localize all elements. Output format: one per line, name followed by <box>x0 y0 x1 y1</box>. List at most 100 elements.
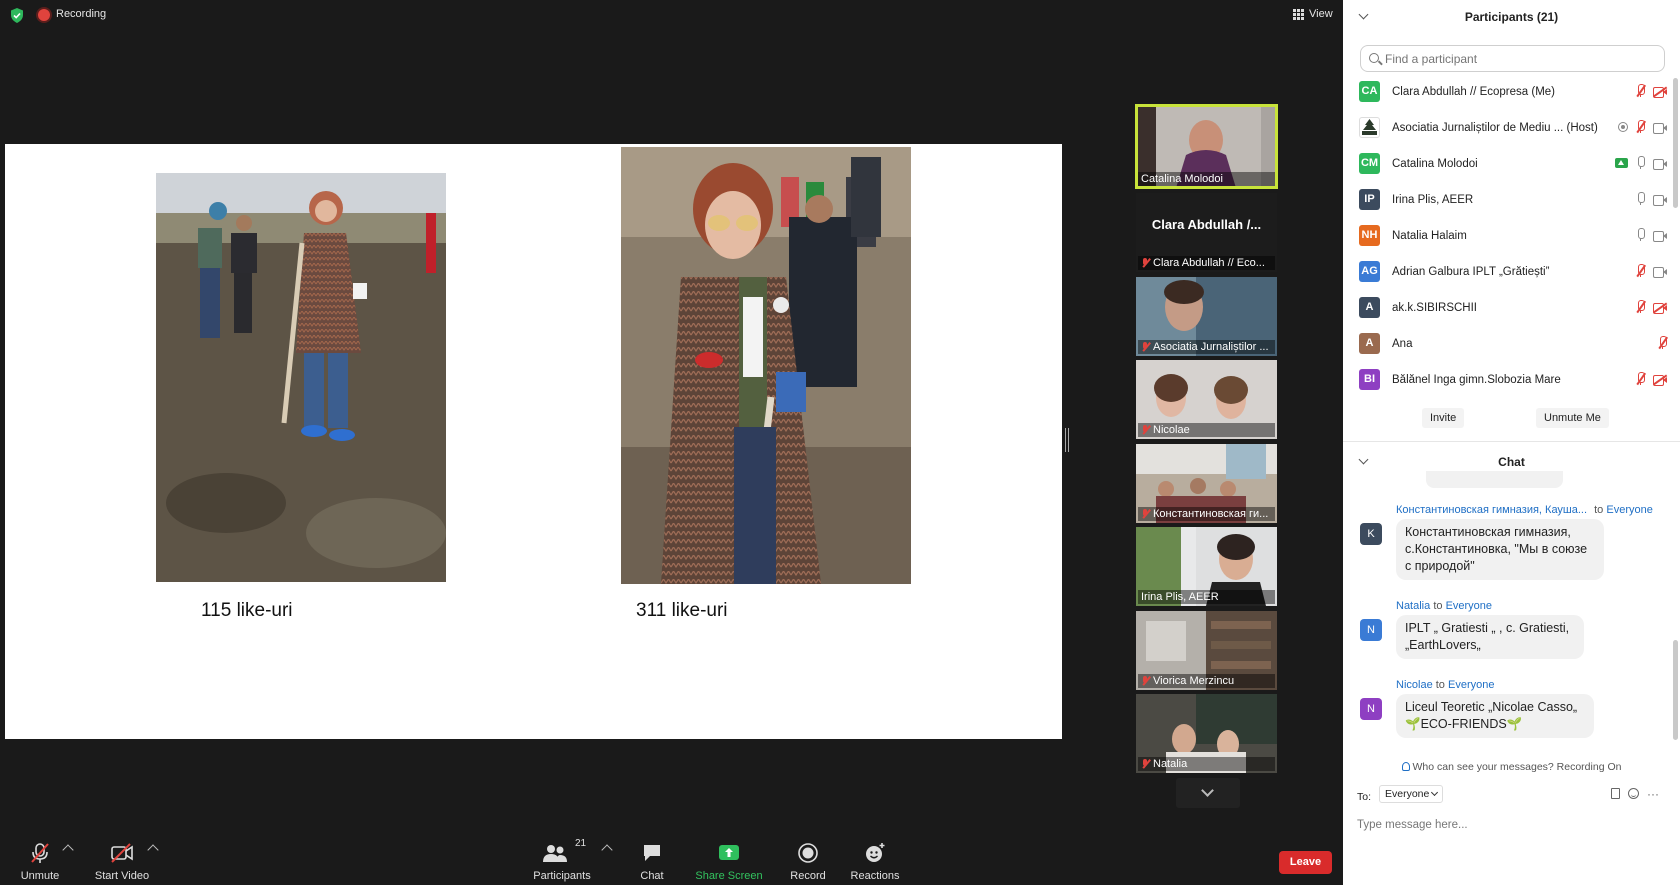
participant-status-icons <box>1636 300 1667 314</box>
participant-status-icons <box>1658 336 1668 350</box>
video-on-icon[interactable] <box>1653 231 1667 242</box>
message-avatar: N <box>1360 619 1382 641</box>
video-on-icon[interactable] <box>1653 123 1667 134</box>
video-off-icon[interactable] <box>1653 86 1667 98</box>
find-participant-input[interactable] <box>1360 45 1665 72</box>
muted-mic-icon[interactable] <box>1636 372 1646 386</box>
slide-photo-2 <box>621 147 911 584</box>
participant-row[interactable]: A ak.k.SIBIRSCHII <box>1359 292 1669 322</box>
tile-name: Viorica Merzincu <box>1138 674 1275 688</box>
who-can-see-messages-link[interactable]: Who can see your messages? Recording On <box>1343 761 1680 773</box>
muted-mic-icon[interactable] <box>1636 84 1646 98</box>
avatar: NH <box>1359 225 1380 246</box>
video-tile[interactable]: Viorica Merzincu <box>1136 611 1277 690</box>
participant-row[interactable]: A Ana <box>1359 328 1669 358</box>
participant-name: Ana <box>1392 338 1413 350</box>
chat-scrollbar[interactable] <box>1673 640 1678 740</box>
chat-tools: ··· <box>1611 788 1659 800</box>
video-on-icon[interactable] <box>1653 195 1667 206</box>
unmute-me-button[interactable]: Unmute Me <box>1536 408 1609 428</box>
participants-options-caret-icon[interactable] <box>601 844 613 856</box>
muted-mic-icon[interactable] <box>1636 264 1646 278</box>
participant-status-icons <box>1636 84 1667 98</box>
participants-header: Participants (21) <box>1343 0 1680 34</box>
start-video-button[interactable]: Start Video <box>92 828 152 882</box>
participant-row[interactable]: Asociatia Jurnaliștilor de Mediu ... (Ho… <box>1359 112 1669 142</box>
message-avatar: K <box>1360 523 1382 545</box>
mic-icon[interactable] <box>1636 156 1645 170</box>
video-tile[interactable]: Catalina Molodoi <box>1135 104 1278 189</box>
participants-scrollbar[interactable] <box>1673 78 1678 208</box>
video-tile[interactable]: Asociatia Jurnaliștilor ... <box>1136 277 1277 356</box>
message-sender[interactable]: Константиновская гимназия, Кауша... <box>1396 504 1587 516</box>
unmute-button[interactable]: Unmute <box>18 828 62 882</box>
video-tile[interactable]: Clara Abdullah /... Clara Abdullah // Ec… <box>1136 193 1277 272</box>
participant-status-icons <box>1636 192 1667 206</box>
share-screen-button[interactable]: Share Screen <box>694 828 764 882</box>
chevron-down-icon <box>1201 784 1214 797</box>
muted-mic-icon <box>1141 509 1150 519</box>
share-screen-icon <box>719 845 739 860</box>
message-bubble[interactable]: Liceul Teoretic „Nicolae Casso„ 🌱ECO-FRI… <box>1396 694 1594 738</box>
gallery-scroll-down-button[interactable] <box>1176 778 1240 808</box>
avatar-logo <box>1359 117 1380 138</box>
muted-mic-icon <box>1141 676 1150 686</box>
muted-mic-icon[interactable] <box>1636 120 1646 134</box>
video-off-icon[interactable] <box>1653 302 1667 314</box>
leave-button[interactable]: Leave <box>1279 851 1332 874</box>
reactions-button[interactable]: Reactions <box>848 828 902 882</box>
participant-name: Catalina Molodoi <box>1392 158 1478 170</box>
shared-screen-slide: 115 like-uri 311 like-uri <box>5 144 1062 739</box>
chat-title: Chat <box>1498 455 1525 469</box>
recipient-select[interactable]: Everyone <box>1379 785 1444 803</box>
record-icon <box>798 843 818 863</box>
video-tile[interactable]: Nicolae <box>1136 360 1277 439</box>
participants-label: Participants <box>533 870 591 882</box>
message-recipient: Everyone <box>1445 600 1493 612</box>
video-on-icon[interactable] <box>1653 159 1667 170</box>
invite-button[interactable]: Invite <box>1422 408 1465 428</box>
message-bubble[interactable]: IPLT „ Gratiesti „ , c. Gratiesti, „Eart… <box>1396 615 1584 659</box>
chat-button[interactable]: Chat <box>632 828 672 882</box>
split-divider-handle[interactable] <box>1065 428 1069 452</box>
participant-status-icons <box>1636 228 1667 242</box>
message-sender[interactable]: Natalia <box>1396 600 1430 612</box>
video-tile[interactable]: Константиновская ги... <box>1136 444 1277 523</box>
participant-row[interactable]: AG Adrian Galbura IPLT „Grătiești” <box>1359 256 1669 286</box>
participant-row[interactable]: CM Catalina Molodoi <box>1359 148 1669 178</box>
participant-row[interactable]: IP Irina Plis, AEER <box>1359 184 1669 214</box>
message-bubble[interactable]: Константиновская гимназия, с.Константино… <box>1396 519 1604 580</box>
mic-icon[interactable] <box>1636 192 1645 206</box>
shield-icon[interactable] <box>10 8 24 23</box>
muted-mic-icon[interactable] <box>1636 300 1646 314</box>
grid-icon <box>1293 8 1304 20</box>
file-icon[interactable] <box>1611 788 1620 799</box>
chat-message-input[interactable] <box>1357 815 1657 835</box>
avatar: CA <box>1359 81 1380 102</box>
tile-name: Clara Abdullah // Eco... <box>1138 256 1275 270</box>
start-video-label: Start Video <box>94 870 150 882</box>
participant-row[interactable]: NH Natalia Halaim <box>1359 220 1669 250</box>
slide-caption-2: 311 like-uri <box>636 600 728 621</box>
tile-big-name: Clara Abdullah /... <box>1151 217 1262 232</box>
more-options-icon[interactable]: ··· <box>1647 788 1659 800</box>
emoji-icon[interactable] <box>1628 788 1639 799</box>
muted-mic-icon[interactable] <box>1658 336 1668 350</box>
participant-name: Natalia Halaim <box>1392 230 1467 242</box>
video-off-icon[interactable] <box>1653 374 1667 386</box>
participant-row[interactable]: CA Clara Abdullah // Ecopresa (Me) <box>1359 76 1669 106</box>
video-tile[interactable]: Natalia <box>1136 694 1277 773</box>
participant-name: Asociatia Jurnaliștilor de Mediu ... (Ho… <box>1392 122 1598 134</box>
record-button[interactable]: Record <box>786 828 830 882</box>
message-to: to <box>1435 679 1445 691</box>
video-tile[interactable]: Irina Plis, AEER <box>1136 527 1277 606</box>
view-button[interactable]: View <box>1293 8 1333 20</box>
audio-options-caret-icon[interactable] <box>62 844 74 856</box>
mic-icon[interactable] <box>1636 228 1645 242</box>
video-on-icon[interactable] <box>1653 267 1667 278</box>
participants-button[interactable]: 21 Participants <box>532 828 592 882</box>
avatar: A <box>1359 297 1380 318</box>
participant-row[interactable]: BI Bălănel Inga gimn.Slobozia Mare <box>1359 364 1669 394</box>
message-sender[interactable]: Nicolae <box>1396 679 1433 691</box>
tile-name: Nicolae <box>1138 423 1275 437</box>
